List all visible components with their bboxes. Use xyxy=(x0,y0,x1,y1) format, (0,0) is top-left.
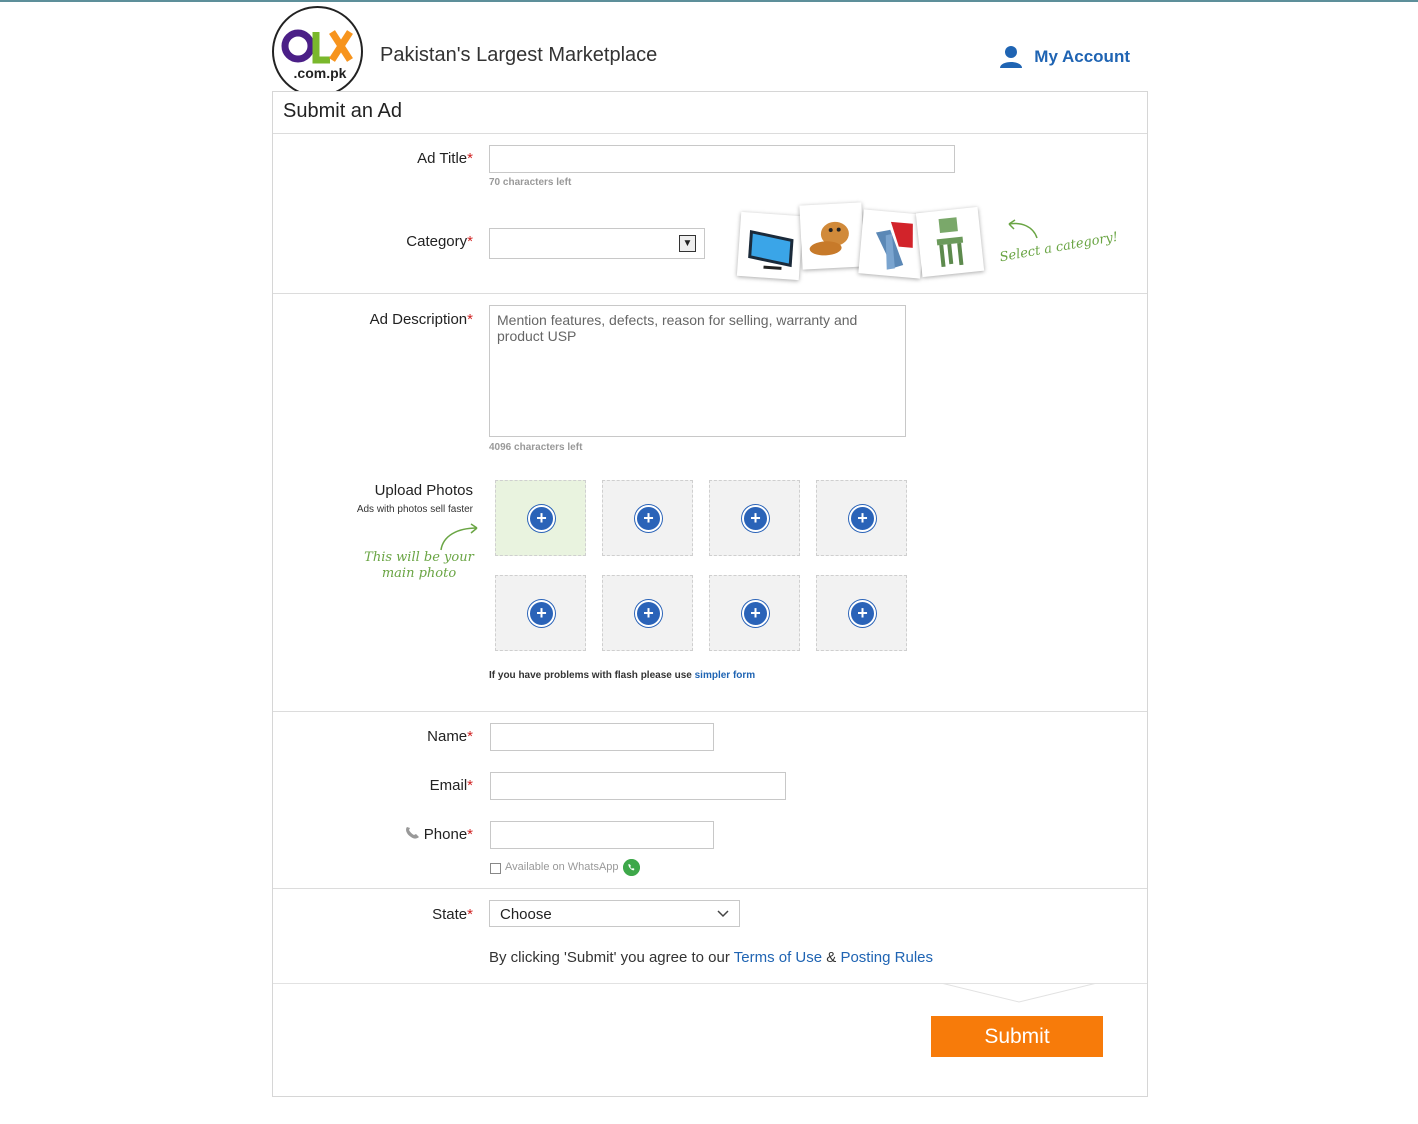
submit-area: Submit xyxy=(273,983,1147,1096)
plus-icon: + xyxy=(635,505,662,532)
chevron-down-icon: ▼ xyxy=(679,235,696,252)
email-input[interactable] xyxy=(490,772,786,800)
name-input[interactable] xyxy=(490,723,714,751)
posting-rules-link[interactable]: Posting Rules xyxy=(840,949,933,966)
tv-icon xyxy=(736,211,804,281)
svg-text:.com.pk: .com.pk xyxy=(294,65,347,81)
phone-label: Phone* xyxy=(404,826,473,843)
ad-title-input[interactable] xyxy=(489,145,955,173)
form-title: Submit an Ad xyxy=(283,100,402,122)
plus-icon: + xyxy=(742,600,769,627)
plus-icon: + xyxy=(528,600,555,627)
submit-ad-form: Submit an Ad Ad Title* 70 characters lef… xyxy=(272,91,1148,1097)
whatsapp-label: Available on WhatsApp xyxy=(505,861,619,873)
divider xyxy=(273,888,1147,889)
plus-icon: + xyxy=(528,505,555,532)
chair-icon xyxy=(915,206,985,278)
ad-title-char-count: 70 characters left xyxy=(489,177,572,188)
plus-icon: + xyxy=(742,505,769,532)
divider xyxy=(273,293,1147,294)
photo-slot[interactable]: + xyxy=(709,575,800,651)
terms-notice: By clicking 'Submit' you agree to our Te… xyxy=(489,949,934,966)
photo-slot[interactable]: + xyxy=(602,575,693,651)
main-photo-note: This will be your main photo xyxy=(364,550,474,581)
top-accent-line xyxy=(0,0,1418,2)
photo-slot[interactable]: + xyxy=(495,575,586,651)
whatsapp-checkbox[interactable] xyxy=(490,863,501,874)
plus-icon: + xyxy=(635,600,662,627)
simpler-form-link[interactable]: simpler form xyxy=(695,670,756,681)
my-account-label: My Account xyxy=(1034,47,1130,66)
state-label: State* xyxy=(432,906,473,923)
photo-slot-main[interactable]: + xyxy=(495,480,586,556)
phone-icon xyxy=(405,827,419,839)
plus-icon: + xyxy=(849,505,876,532)
description-char-count: 4096 characters left xyxy=(489,442,583,453)
phone-input[interactable] xyxy=(490,821,714,849)
curved-arrow-icon xyxy=(1008,219,1038,239)
state-selected-value: Choose xyxy=(500,906,552,923)
terms-of-use-link[interactable]: Terms of Use xyxy=(734,949,822,966)
site-tagline: Pakistan's Largest Marketplace xyxy=(380,44,658,66)
category-label: Category* xyxy=(406,233,473,250)
email-label: Email* xyxy=(429,777,473,794)
submit-area-notch xyxy=(940,983,1098,1003)
ad-description-textarea[interactable]: Mention features, defects, reason for se… xyxy=(489,305,906,437)
category-select[interactable]: ▼ xyxy=(489,228,705,259)
header: .com.pk Pakistan's Largest Marketplace M… xyxy=(272,6,1148,97)
name-label: Name* xyxy=(427,728,473,745)
photo-slot[interactable]: + xyxy=(602,480,693,556)
dog-icon xyxy=(799,202,865,270)
chevron-down-icon xyxy=(717,910,729,918)
olx-logo[interactable]: .com.pk xyxy=(272,6,363,97)
plus-icon: + xyxy=(849,600,876,627)
upload-photos-subtext: Ads with photos sell faster xyxy=(356,504,473,515)
photo-slot[interactable]: + xyxy=(709,480,800,556)
whatsapp-icon xyxy=(623,859,640,876)
ad-description-label: Ad Description* xyxy=(369,311,473,328)
photo-slot[interactable]: + xyxy=(816,575,907,651)
curved-arrow-icon xyxy=(440,523,478,551)
flash-help-note: If you have problems with flash please u… xyxy=(489,670,756,681)
photo-slot[interactable]: + xyxy=(816,480,907,556)
user-icon xyxy=(1000,46,1023,68)
my-account-link[interactable]: My Account xyxy=(998,44,1130,70)
state-select[interactable]: Choose xyxy=(489,900,740,927)
upload-photos-label: Upload Photos xyxy=(374,482,473,499)
divider xyxy=(273,711,1147,712)
divider xyxy=(273,133,1147,134)
ad-title-label: Ad Title* xyxy=(417,150,473,167)
category-images xyxy=(735,202,995,284)
olx-logo-mark: .com.pk xyxy=(281,29,353,81)
submit-button[interactable]: Submit xyxy=(931,1016,1103,1057)
